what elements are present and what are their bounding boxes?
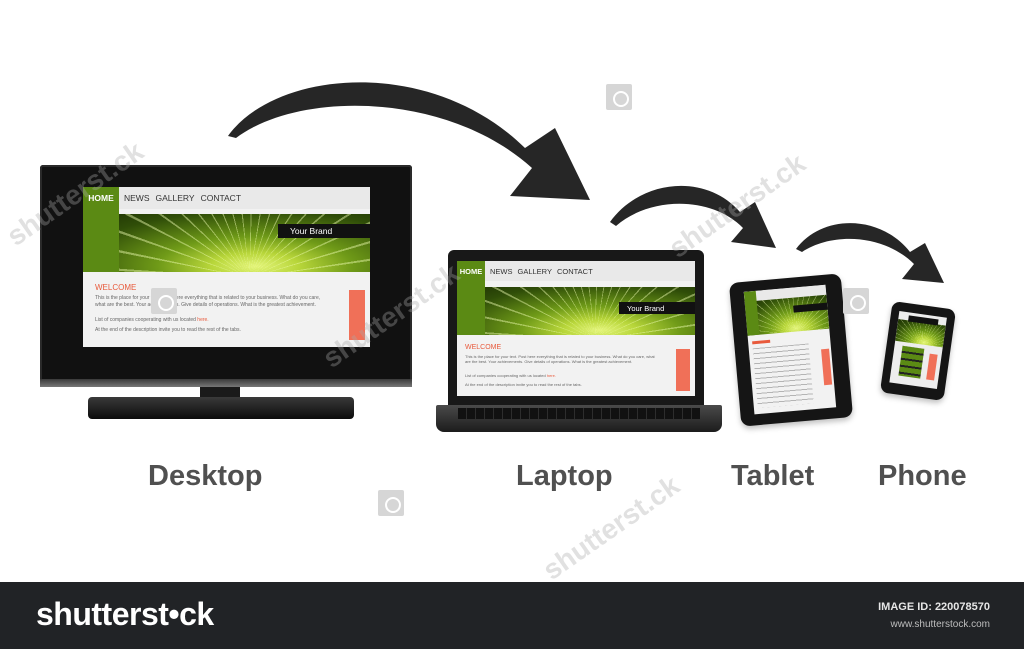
welcome-heading [752,339,771,345]
social-tab [676,349,690,391]
shutterstock-watermark-icon [843,288,869,314]
shutterstock-watermark-icon [378,490,404,516]
tablet-screen [743,284,837,415]
green-strip [457,281,485,335]
desktop-screen: HOME NEWS GALLERY CONTACT Your Brand WEL… [83,187,370,347]
welcome-heading: WELCOME [95,283,137,292]
body-text-3: At the end of the description invite you… [95,327,241,333]
laptop-base [436,405,722,432]
nav-contact: CONTACT [556,266,593,276]
nav-gallery: GALLERY [517,266,552,276]
nav-contact: CONTACT [200,193,242,203]
body-text-2: List of companies cooperating with us lo… [95,317,209,323]
laptop-lid: HOME NEWS GALLERY CONTACT Your Brand WEL… [448,250,704,405]
site-url: www.shutterstock.com [890,619,990,630]
caption-desktop: Desktop [148,460,263,492]
laptop-keyboard [458,408,700,419]
phone-screen [889,311,947,389]
hero-image [83,214,370,272]
caption-tablet: Tablet [731,460,815,492]
green-strip [83,209,119,272]
body-text-3: At the end of the description invite you… [465,382,582,387]
social-tab [821,348,833,386]
body-text: This is the place for your text. Post he… [465,354,655,365]
body-text: This is the place for your text. Post he… [95,295,321,308]
text-lines [752,343,814,409]
shutterstock-watermark-icon [151,288,177,314]
desktop-stand [88,397,354,419]
phone [879,300,957,402]
laptop-screen: HOME NEWS GALLERY CONTACT Your Brand WEL… [457,261,695,396]
brand-box: Your Brand [619,302,695,314]
phone-menu [898,345,925,379]
shutterstock-watermark-icon [606,84,632,110]
caption-phone: Phone [878,460,967,492]
image-id: IMAGE ID: 220078570 [878,601,990,613]
tablet [728,273,854,427]
brand-box: Your Brand [278,224,370,238]
shutterstock-logo: shutterst•ck [36,596,214,632]
curved-arrow-icon [796,223,944,283]
nav-gallery: GALLERY [155,193,195,203]
stock-footer: shutterst•ck IMAGE ID: 220078570 www.shu… [0,582,1024,649]
nav-news: NEWS [124,193,150,203]
caption-laptop: Laptop [516,460,613,492]
body-text-2: List of companies cooperating with us lo… [465,373,556,378]
welcome-heading: WELCOME [465,344,502,351]
nav-news: NEWS [490,266,513,276]
social-tab [926,353,938,381]
desktop-bezel-bottom [40,379,412,387]
